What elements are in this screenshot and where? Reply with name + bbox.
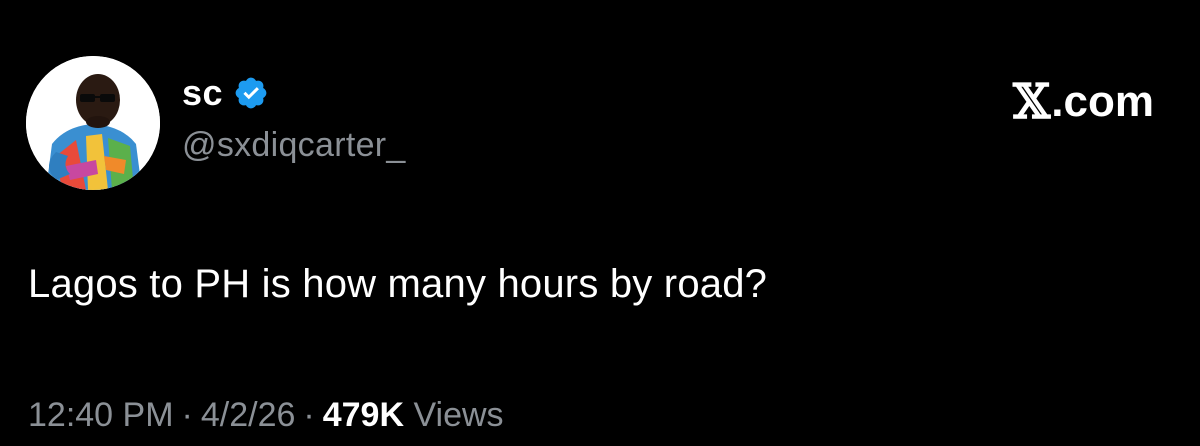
- meta-separator: ·: [181, 396, 193, 434]
- tweet-text: Lagos to PH is how many hours by road?: [28, 262, 768, 306]
- avatar-image: [26, 56, 160, 190]
- meta-separator: ·: [303, 396, 315, 434]
- author-display-name[interactable]: sc: [182, 72, 223, 114]
- tweet-meta: 12:40 PM · 4/2/26 · 479K Views: [28, 396, 504, 435]
- author-name-row: sc: [182, 72, 269, 114]
- tweet-date[interactable]: 4/2/26: [201, 396, 296, 434]
- author-handle[interactable]: @sxdiqcarter_: [182, 126, 406, 165]
- views-label: Views: [413, 396, 504, 434]
- x-logo-icon: 𝕏: [1013, 74, 1051, 130]
- tweet-card: sc @sxdiqcarter_ 𝕏 .com Lagos to PH is ho…: [0, 0, 1200, 446]
- x-com-logo: 𝕏 .com: [1013, 74, 1154, 130]
- tweet-time[interactable]: 12:40 PM: [28, 396, 174, 434]
- x-domain-text: .com: [1051, 77, 1154, 126]
- verified-badge-icon: [235, 77, 267, 109]
- avatar[interactable]: [26, 56, 160, 190]
- views-count[interactable]: 479K: [323, 396, 404, 434]
